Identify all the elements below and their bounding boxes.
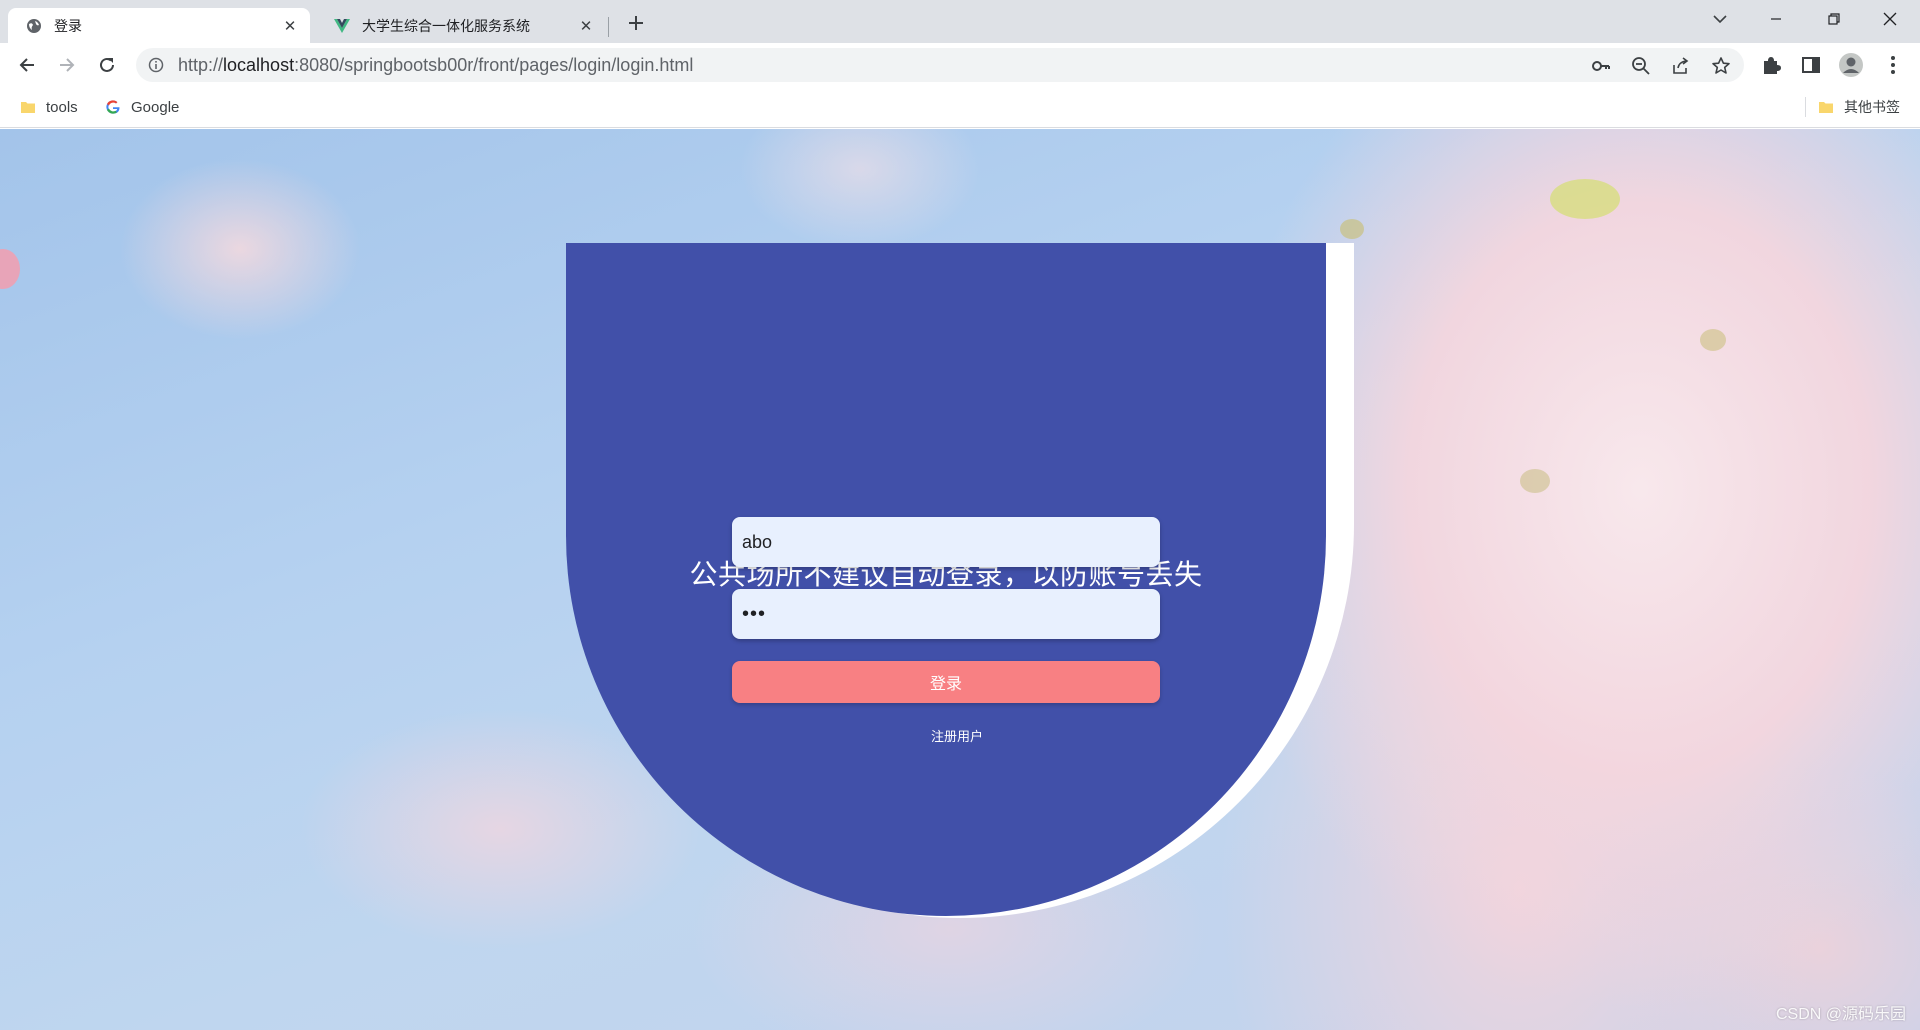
restore-button[interactable] <box>1806 0 1862 38</box>
info-icon[interactable] <box>148 57 164 73</box>
tab-title: 大学生综合一体化服务系统 <box>362 17 530 34</box>
bookmark-tools[interactable]: tools <box>20 95 78 119</box>
side-panel-button[interactable] <box>1798 52 1824 78</box>
address-bar[interactable]: http://localhost:8080/springbootsb00r/fr… <box>136 48 1744 82</box>
csdn-watermark: CSDN @源码乐园 <box>1775 1006 1906 1023</box>
star-icon <box>1712 57 1730 74</box>
vue-logo-icon <box>334 18 350 33</box>
url-text[interactable]: http://localhost:8080/springbootsb00r/fr… <box>178 48 693 82</box>
extensions-button[interactable] <box>1758 52 1784 78</box>
blossom-decoration <box>0 249 20 289</box>
username-input[interactable] <box>732 517 1160 567</box>
puzzle-icon <box>1764 57 1781 74</box>
tab-separator <box>608 17 609 37</box>
tab-login[interactable]: 登录 ✕ <box>8 8 310 43</box>
minimize-button[interactable] <box>1748 0 1804 38</box>
url-path: :8080/springbootsb00r/front/pages/login/… <box>294 55 694 75</box>
other-bookmarks-folder[interactable]: 其他书签 <box>1818 95 1900 119</box>
bookmark-label: Google <box>131 98 180 116</box>
close-window-button[interactable] <box>1862 0 1918 38</box>
arrow-left-icon <box>19 58 34 72</box>
browser-tab-strip: 登录 ✕ 大学生综合一体化服务系统 ✕ <box>0 0 1920 43</box>
menu-button[interactable] <box>1880 52 1906 78</box>
new-tab-button[interactable] <box>622 9 650 37</box>
password-key-button[interactable] <box>1590 55 1612 77</box>
login-page-background: 公共场所不建议自动登录，以防账号丢失 登录 注册用户 CSDN @源码乐园 <box>0 129 1920 1030</box>
side-panel-icon <box>1802 57 1820 73</box>
tab-title: 登录 <box>54 17 82 34</box>
more-vertical-icon <box>1891 56 1895 74</box>
tab-search-button[interactable] <box>1692 0 1748 38</box>
browser-toolbar: http://localhost:8080/springbootsb00r/fr… <box>0 43 1920 87</box>
close-tab-icon[interactable]: ✕ <box>574 14 598 38</box>
bookmark-star-button[interactable] <box>1710 55 1732 77</box>
chevron-down-icon <box>1713 15 1727 24</box>
profile-button[interactable] <box>1838 52 1864 78</box>
avatar-icon <box>1839 53 1863 77</box>
google-icon <box>106 100 120 114</box>
folder-icon <box>21 102 35 113</box>
url-scheme: http:// <box>178 55 224 75</box>
bookmark-separator <box>1805 97 1806 117</box>
close-tab-icon[interactable]: ✕ <box>278 14 302 38</box>
folder-icon <box>1819 102 1833 113</box>
zoom-out-icon <box>1632 57 1650 75</box>
arrow-right-icon <box>60 58 75 72</box>
forward-button[interactable] <box>52 50 82 80</box>
share-button[interactable] <box>1670 55 1692 77</box>
restore-icon <box>1828 13 1840 25</box>
share-icon <box>1673 57 1689 74</box>
blossom-decoration <box>1520 469 1550 493</box>
register-link[interactable]: 注册用户 <box>900 726 1014 745</box>
bookmark-google[interactable]: Google <box>105 95 179 119</box>
blossom-decoration <box>1550 179 1620 219</box>
login-button[interactable]: 登录 <box>732 661 1160 703</box>
url-host: localhost <box>223 55 295 75</box>
password-input[interactable] <box>732 589 1160 639</box>
blossom-decoration <box>1340 219 1364 239</box>
plus-icon <box>629 16 643 30</box>
blossom-decoration <box>1700 329 1726 351</box>
globe-icon <box>27 18 41 33</box>
other-bookmarks-label: 其他书签 <box>1844 99 1900 115</box>
reload-icon <box>100 57 114 72</box>
key-icon <box>1592 61 1610 71</box>
reload-button[interactable] <box>92 50 122 80</box>
bookmarks-bar: tools Google 其他书签 <box>0 87 1920 128</box>
close-icon <box>1883 12 1897 26</box>
zoom-button[interactable] <box>1630 55 1652 77</box>
minimize-icon <box>1771 18 1781 20</box>
back-button[interactable] <box>12 50 42 80</box>
bookmark-label: tools <box>46 98 78 116</box>
tab-service-system[interactable]: 大学生综合一体化服务系统 ✕ <box>316 8 606 43</box>
